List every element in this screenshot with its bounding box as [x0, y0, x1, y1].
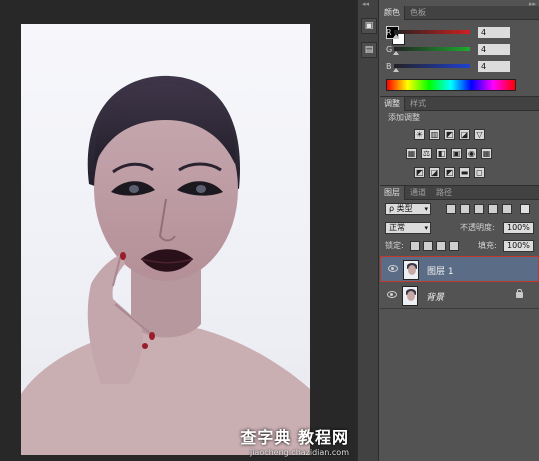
- tab-paths[interactable]: 路径: [432, 186, 456, 200]
- watermark: 查字典 教程网 jiaocheng.chazidian.com: [240, 424, 349, 457]
- photo-filter-icon[interactable]: ▣: [451, 148, 462, 159]
- b-slider-handle[interactable]: [393, 68, 399, 72]
- lock-position-icon[interactable]: [436, 241, 446, 251]
- document-canvas[interactable]: 查字典 教程网 jiaocheng.chazidian.com: [0, 0, 357, 461]
- color-balance-icon[interactable]: ⚖: [421, 148, 432, 159]
- tab-adjustments[interactable]: 调整: [380, 97, 405, 111]
- tab-layers[interactable]: 图层: [380, 186, 405, 200]
- visibility-eye-icon[interactable]: [387, 291, 397, 298]
- tab-swatches[interactable]: 色板: [406, 6, 430, 20]
- lock-all-icon[interactable]: [449, 241, 459, 251]
- filter-adjustment-icon[interactable]: [460, 204, 470, 214]
- layers-tabbar: 图层 通道 路径: [380, 186, 539, 200]
- filter-shape-icon[interactable]: [488, 204, 498, 214]
- watermark-title: 查字典 教程网: [240, 428, 349, 447]
- portrait-illustration: [21, 75, 310, 455]
- adjustments-tabbar: 调整 样式: [380, 97, 539, 111]
- layer-filter-label: ρ 类型: [389, 204, 413, 213]
- filter-toggle-icon[interactable]: [520, 204, 530, 214]
- panel-icon-strip: ◂◂ ▣ ▤: [357, 0, 379, 461]
- layer-filter-select[interactable]: ρ 类型 ▾: [385, 203, 431, 215]
- adjustment-row-1: ☀ ▥ ◩ ◪ ▽: [414, 129, 489, 141]
- hue-saturation-icon[interactable]: ▦: [406, 148, 417, 159]
- g-value-field[interactable]: 4: [478, 44, 510, 55]
- chevron-down-icon: ▾: [424, 224, 428, 232]
- channel-mixer-icon[interactable]: ◉: [466, 148, 477, 159]
- watermark-url: jiaocheng.chazidian.com: [249, 448, 349, 457]
- portrait-photo: [21, 24, 310, 455]
- invert-icon[interactable]: ◩: [414, 167, 425, 178]
- gradient-map-icon[interactable]: ▬: [459, 167, 470, 178]
- tab-channels[interactable]: 通道: [406, 186, 430, 200]
- color-panel: ▸▸ 颜色 色板 R 4 G 4 B 4: [380, 0, 539, 97]
- tab-color[interactable]: 颜色: [380, 6, 405, 20]
- color-lookup-icon[interactable]: ▦: [481, 148, 492, 159]
- right-panels: ▸▸ 颜色 色板 R 4 G 4 B 4 调整 样式 添加调整 ☀ ▥ ◩ ◪ …: [380, 0, 539, 461]
- adjustments-panel: 调整 样式 添加调整 ☀ ▥ ◩ ◪ ▽ ▦ ⚖ ◧ ▣ ◉ ▦ ◩ ◪ ◩ ▬ ◻: [380, 97, 539, 186]
- layer-row-background[interactable]: 背景: [380, 283, 539, 309]
- swatches-panel-icon[interactable]: ▤: [361, 42, 377, 58]
- color-spectrum-bar[interactable]: [386, 79, 516, 91]
- selective-color-icon[interactable]: ◻: [474, 167, 485, 178]
- add-adjustment-title: 添加调整: [388, 113, 420, 122]
- g-slider-handle[interactable]: [393, 51, 399, 55]
- lock-transparent-icon[interactable]: [410, 241, 420, 251]
- blend-mode-value: 正常: [389, 223, 405, 232]
- r-slider-handle[interactable]: [393, 34, 399, 38]
- vibrance-icon[interactable]: ▽: [474, 129, 485, 140]
- filter-smart-object-icon[interactable]: [502, 204, 512, 214]
- layer-thumbnail: [403, 260, 419, 280]
- tab-styles[interactable]: 样式: [406, 97, 430, 111]
- adjustment-row-3: ◩ ◪ ◩ ▬ ◻: [414, 167, 489, 179]
- fill-field[interactable]: 100%: [503, 240, 534, 252]
- visibility-eye-icon[interactable]: [388, 265, 398, 272]
- collapse-strip-icon[interactable]: ◂◂: [362, 0, 369, 8]
- filter-type-icon[interactable]: [474, 204, 484, 214]
- brightness-contrast-icon[interactable]: ☀: [414, 129, 425, 140]
- layer-thumbnail: [402, 286, 418, 306]
- opacity-value: 100%: [507, 223, 530, 232]
- black-white-icon[interactable]: ◧: [436, 148, 447, 159]
- g-slider-track[interactable]: [394, 47, 470, 51]
- opacity-field[interactable]: 100%: [503, 222, 534, 234]
- chevron-down-icon: ▾: [424, 205, 428, 213]
- layer-row-layer1[interactable]: 图层 1: [380, 256, 539, 282]
- adjustment-row-2: ▦ ⚖ ◧ ▣ ◉ ▦: [406, 148, 496, 160]
- curves-icon[interactable]: ◩: [444, 129, 455, 140]
- fill-label: 填充:: [478, 241, 497, 250]
- lock-label: 锁定:: [385, 241, 404, 250]
- color-tabbar: 颜色 色板: [380, 6, 539, 20]
- levels-icon[interactable]: ▥: [429, 129, 440, 140]
- b-slider-track[interactable]: [394, 64, 470, 68]
- b-value-field[interactable]: 4: [478, 61, 510, 72]
- opacity-label: 不透明度:: [460, 223, 495, 232]
- blend-mode-select[interactable]: 正常 ▾: [385, 222, 431, 234]
- threshold-icon[interactable]: ◩: [444, 167, 455, 178]
- layer-name[interactable]: 图层 1: [427, 264, 454, 277]
- posterize-icon[interactable]: ◪: [429, 167, 440, 178]
- layers-panel: 图层 通道 路径 ρ 类型 ▾ 正常 ▾ 不透明度: 100% 锁定: 填充: 10…: [380, 186, 539, 461]
- r-value-field[interactable]: 4: [478, 27, 510, 38]
- lock-icon: [516, 289, 523, 298]
- lock-pixels-icon[interactable]: [423, 241, 433, 251]
- fill-value: 100%: [507, 241, 530, 250]
- r-slider-track[interactable]: [394, 30, 470, 34]
- layer-name[interactable]: 背景: [426, 290, 444, 303]
- exposure-icon[interactable]: ◪: [459, 129, 470, 140]
- color-panel-icon[interactable]: ▣: [361, 18, 377, 34]
- filter-pixel-icon[interactable]: [446, 204, 456, 214]
